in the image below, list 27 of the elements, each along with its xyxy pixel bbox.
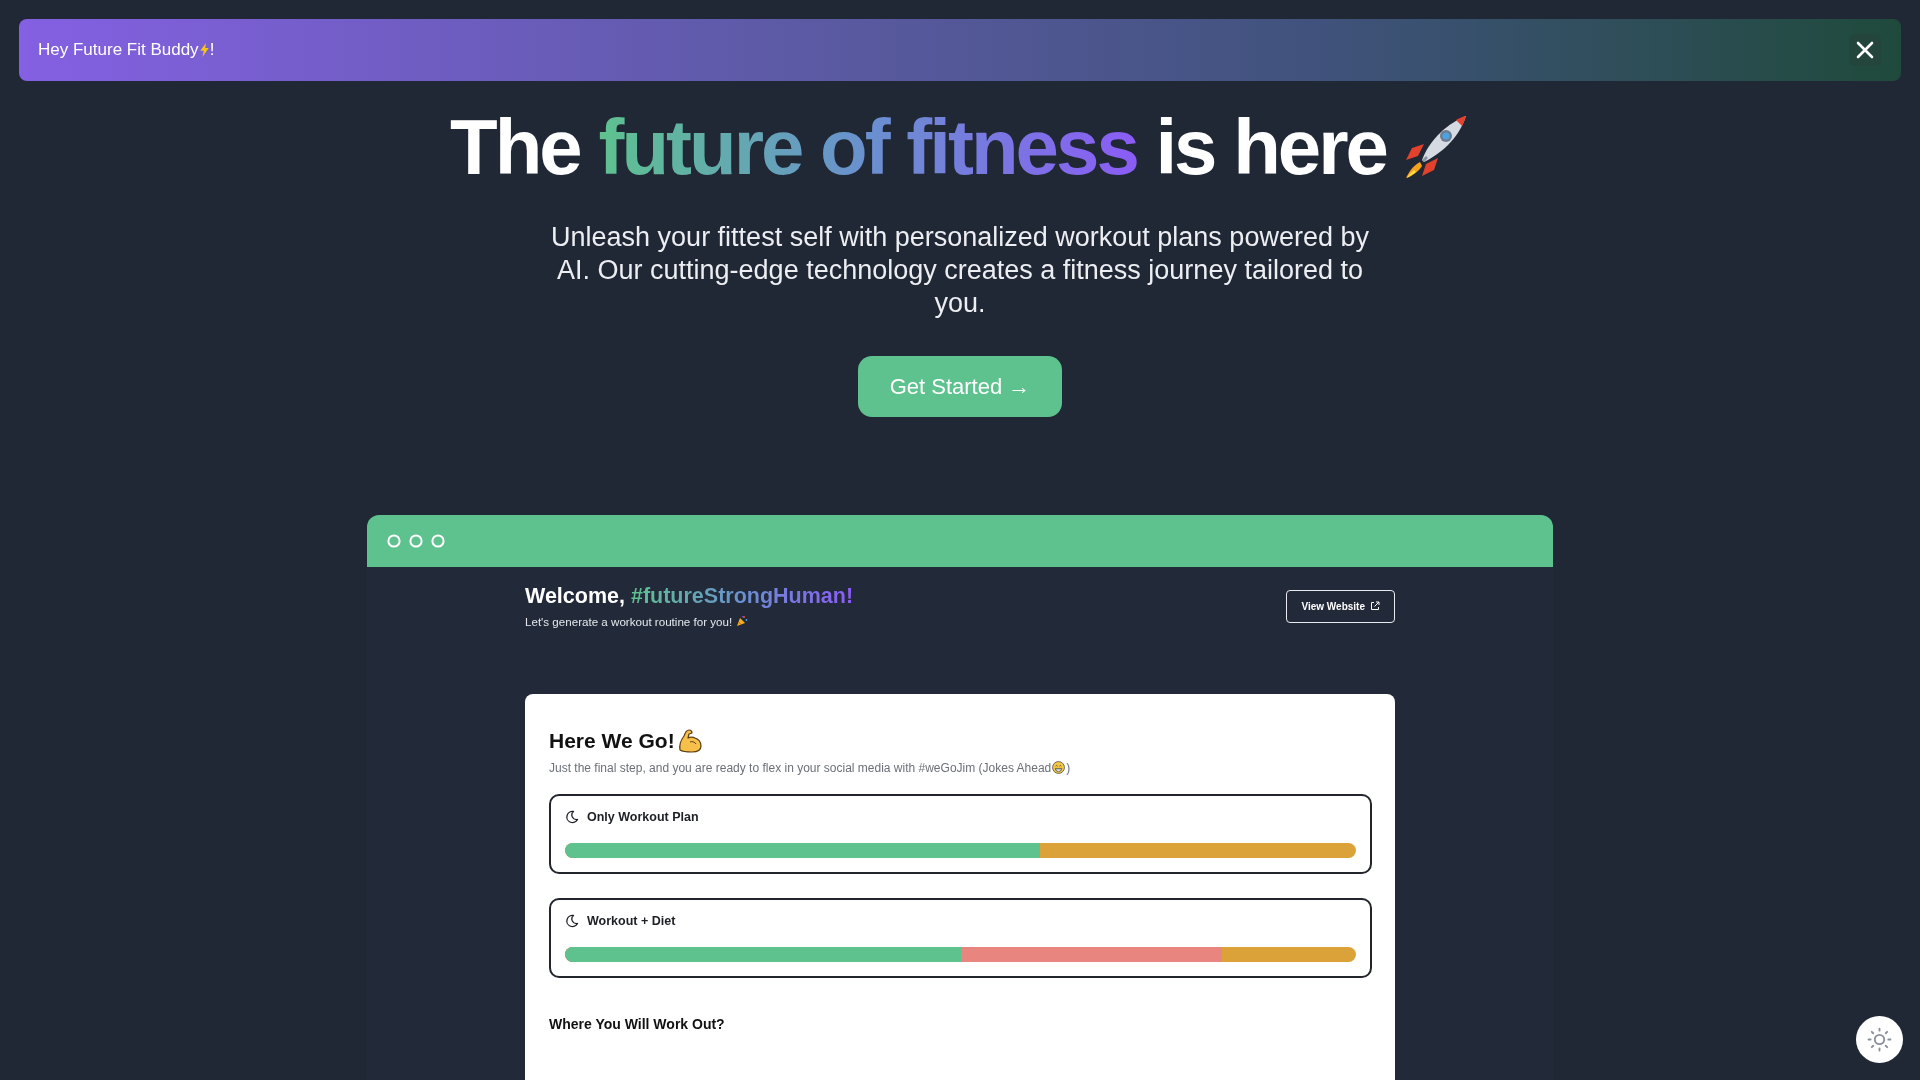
flexed-arm-icon (676, 728, 703, 754)
banner-exclamation: ! (209, 39, 215, 62)
theme-toggle-button[interactable] (1856, 1016, 1903, 1063)
banner-message: Hey Future Fit Buddy (38, 39, 199, 62)
closing-parenthesis: ) (1066, 760, 1071, 777)
lightning-icon (199, 43, 209, 57)
window-dot-icon (387, 533, 401, 548)
window-dot-icon (431, 533, 445, 548)
external-link-icon (1370, 601, 1380, 612)
moon-icon (565, 810, 579, 824)
grinning-face-icon (1052, 761, 1066, 775)
section-heading: Where You Will Work Out? (549, 1015, 725, 1034)
hero-description: Unleash your fittest self with personalized workout plans powered by AI. Our cutting-edge technology creates a fitness journey tailored to you. (550, 220, 1370, 320)
plan-option[interactable]: Only Workout Plan (549, 794, 1372, 874)
close-button[interactable] (1849, 34, 1881, 66)
close-icon (1856, 41, 1874, 59)
plan-label: Only Workout Plan (587, 809, 699, 825)
window-dot-icon (409, 533, 423, 548)
sun-icon (1867, 1027, 1892, 1052)
card-description: Just the final step, and you are ready to flex in your social media with #weGoJim (Jokes Ahead (549, 760, 1052, 777)
welcome-subtitle: Let's generate a workout routine for you! (525, 613, 733, 630)
party-popper-icon (736, 615, 749, 628)
card-title: Here We Go! (549, 728, 675, 754)
plan-label: Workout + Diet (587, 913, 676, 929)
moon-icon (565, 914, 579, 928)
plan-option[interactable]: Workout + Diet (549, 898, 1372, 978)
view-website-button[interactable]: View Website (1286, 589, 1395, 623)
